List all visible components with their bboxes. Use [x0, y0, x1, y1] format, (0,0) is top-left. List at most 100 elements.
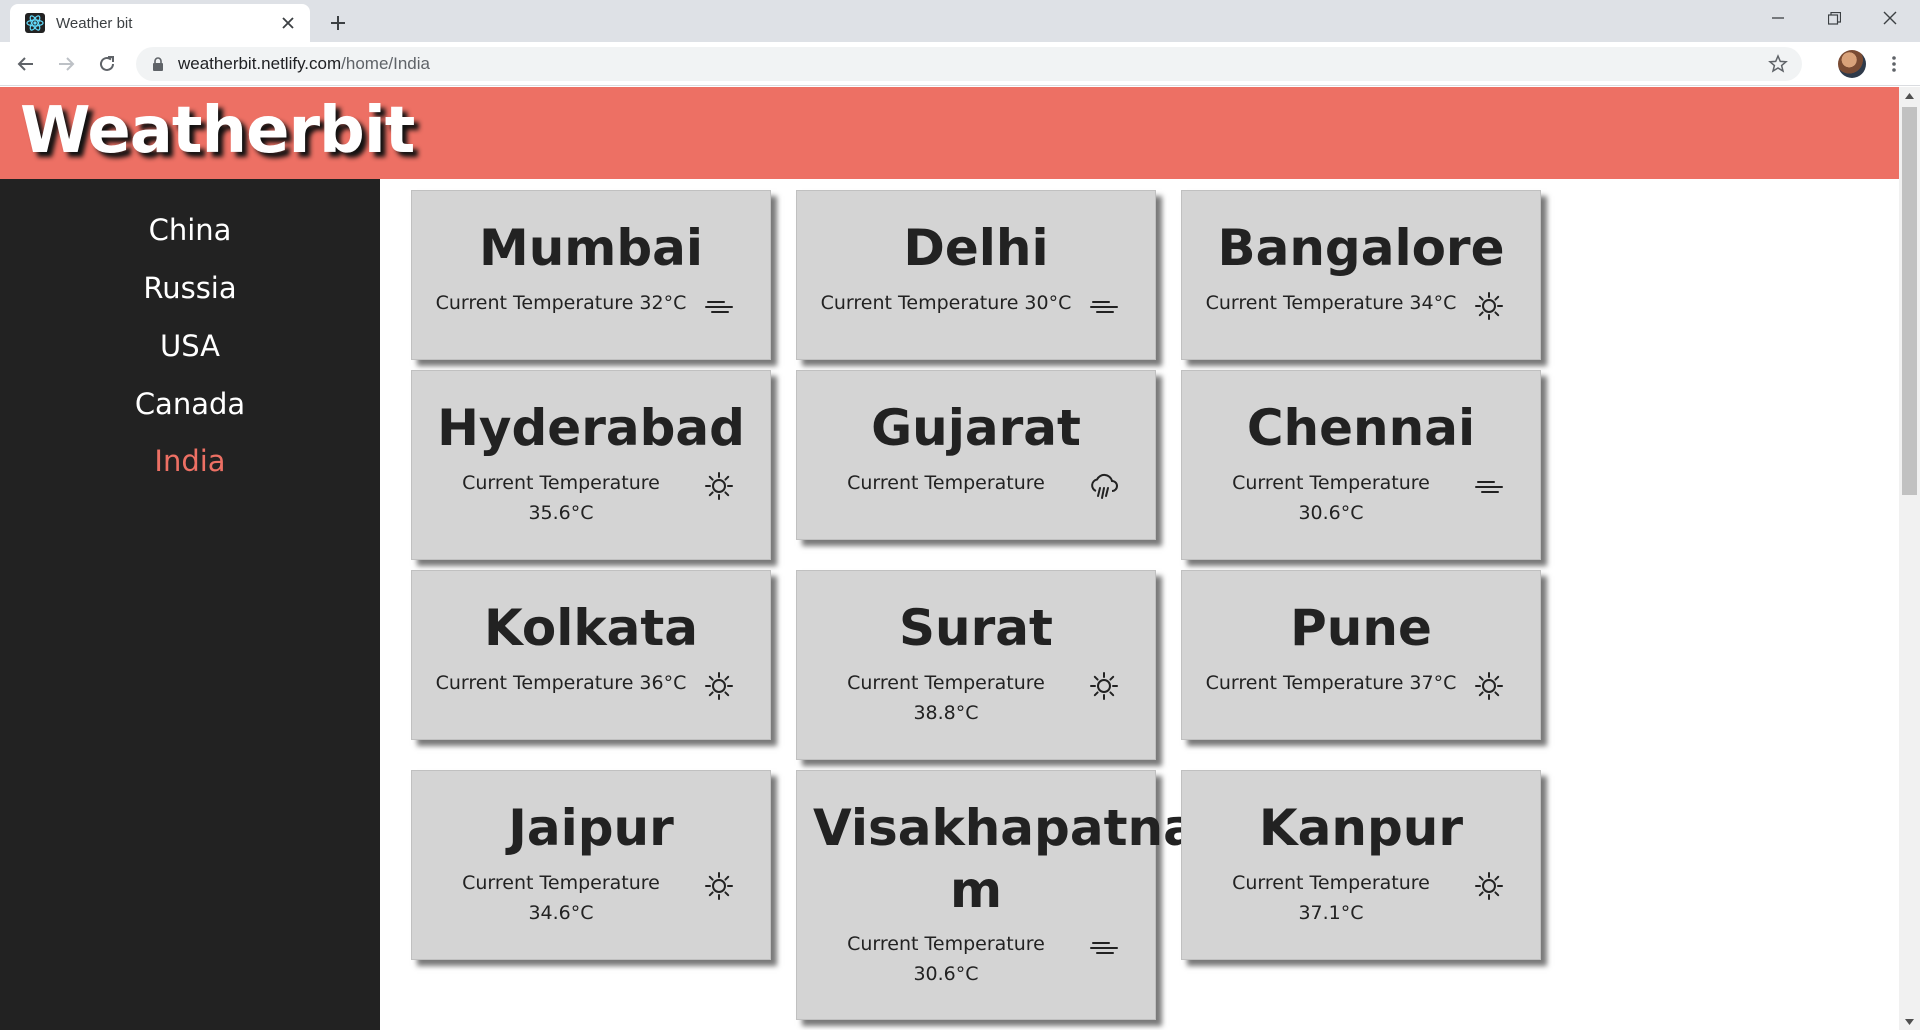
- temperature-label: Current Temperature: [847, 933, 1045, 955]
- city-name: Mumbai: [478, 219, 704, 277]
- restore-window-icon[interactable]: [1806, 0, 1862, 36]
- city-name: Jaipur: [508, 799, 674, 857]
- city-card[interactable]: Kanpur Current Temperature 37.1°C: [1181, 770, 1541, 960]
- temperature-label: Current Temperature: [1232, 872, 1430, 894]
- sun-icon: [703, 470, 735, 502]
- city-name: Delhi: [903, 219, 1049, 277]
- sun-icon: [1473, 290, 1505, 322]
- temperature-value: 30.6°C: [1298, 502, 1364, 524]
- sun-icon: [703, 870, 735, 902]
- more-menu-icon[interactable]: [1880, 50, 1908, 78]
- city-card[interactable]: Kolkata Current Temperature 36°C: [411, 570, 771, 740]
- temperature-label: Current Temperature 36°C: [435, 672, 687, 694]
- sidebar-item-india[interactable]: India: [0, 444, 380, 478]
- minimize-window-icon[interactable]: [1750, 0, 1806, 36]
- sidebar-item-china[interactable]: China: [0, 213, 380, 247]
- url-host: weatherbit.netlify.com: [178, 54, 342, 73]
- react-logo-icon: [24, 12, 46, 34]
- current-temperature: Current Temperature 30.6°C: [1202, 468, 1460, 528]
- temperature-label: Current Temperature 34°C: [1205, 292, 1457, 314]
- current-temperature: Current Temperature 30.6°C: [817, 929, 1075, 989]
- temperature-label: Current Temperature: [1232, 472, 1430, 494]
- city-name: Kolkata: [484, 599, 698, 657]
- tab-title: Weather bit: [56, 14, 133, 32]
- temperature-value: 38.8°C: [913, 702, 979, 724]
- scrollbar-thumb[interactable]: [1902, 107, 1917, 495]
- address-bar[interactable]: weatherbit.netlify.com/home/India: [136, 47, 1802, 81]
- city-card[interactable]: Delhi Current Temperature 30°C: [796, 190, 1156, 360]
- sun-icon: [1088, 670, 1120, 702]
- rain-cloud-icon: [1088, 470, 1120, 502]
- country-sidebar: China Russia USA Canada India: [0, 179, 380, 1030]
- city-name: Visakhapatna m: [813, 799, 1197, 919]
- scroll-down-arrow-icon[interactable]: [1899, 1013, 1920, 1030]
- haze-icon: [1088, 290, 1120, 322]
- current-temperature: Current Temperature 36°C: [432, 668, 690, 698]
- current-temperature: Current Temperature 37.1°C: [1202, 868, 1460, 928]
- city-name: Hyderabad: [437, 399, 745, 457]
- bookmark-star-icon[interactable]: [1768, 54, 1788, 74]
- browser-tab-strip: Weather bit: [0, 0, 1920, 42]
- temperature-label: Current Temperature: [462, 872, 660, 894]
- temperature-value: 35.6°C: [528, 502, 594, 524]
- current-temperature: Current Temperature 35.6°C: [432, 468, 690, 528]
- temperature-label: Current Temperature: [847, 672, 1045, 694]
- current-temperature: Current Temperature 32°C: [432, 288, 690, 318]
- city-card[interactable]: Gujarat Current Temperature: [796, 370, 1156, 540]
- vertical-scrollbar[interactable]: [1899, 87, 1920, 1030]
- scroll-up-arrow-icon[interactable]: [1899, 87, 1920, 104]
- new-tab-button[interactable]: [324, 9, 352, 37]
- city-card[interactable]: Chennai Current Temperature 30.6°C: [1181, 370, 1541, 560]
- haze-icon: [703, 290, 735, 322]
- web-page: Weatherbit China Russia USA Canada India…: [0, 87, 1899, 1030]
- sun-icon: [1473, 670, 1505, 702]
- site-header: Weatherbit: [0, 87, 1899, 179]
- city-name: Gujarat: [871, 399, 1081, 457]
- sidebar-item-usa[interactable]: USA: [0, 329, 380, 363]
- current-temperature: Current Temperature 34.6°C: [432, 868, 690, 928]
- current-temperature: Current Temperature 38.8°C: [817, 668, 1075, 728]
- reload-icon[interactable]: [93, 50, 121, 78]
- profile-avatar[interactable]: [1838, 50, 1866, 78]
- current-temperature: Current Temperature: [817, 468, 1075, 498]
- city-card[interactable]: Pune Current Temperature 37°C: [1181, 570, 1541, 740]
- temperature-label: Current Temperature: [462, 472, 660, 494]
- current-temperature: Current Temperature 37°C: [1202, 668, 1460, 698]
- city-card[interactable]: Jaipur Current Temperature 34.6°C: [411, 770, 771, 960]
- current-temperature: Current Temperature 34°C: [1202, 288, 1460, 318]
- url-path: /home/India: [341, 54, 430, 73]
- city-card[interactable]: Mumbai Current Temperature 32°C: [411, 190, 771, 360]
- url-text: weatherbit.netlify.com/home/India: [178, 54, 430, 74]
- browser-tab[interactable]: Weather bit: [10, 4, 310, 42]
- city-name: Chennai: [1246, 399, 1476, 457]
- temperature-value: 34.6°C: [528, 902, 594, 924]
- brand-title[interactable]: Weatherbit: [20, 94, 415, 169]
- temperature-value: 30.6°C: [913, 963, 979, 985]
- city-name: Surat: [899, 599, 1053, 657]
- haze-icon: [1088, 931, 1120, 963]
- temperature-value: 37.1°C: [1298, 902, 1364, 924]
- city-card[interactable]: Surat Current Temperature 38.8°C: [796, 570, 1156, 760]
- sidebar-item-canada[interactable]: Canada: [0, 387, 380, 421]
- back-arrow-icon[interactable]: [12, 50, 40, 78]
- current-temperature: Current Temperature 30°C: [817, 288, 1075, 318]
- temperature-label: Current Temperature: [847, 472, 1045, 494]
- city-card[interactable]: Hyderabad Current Temperature 35.6°C: [411, 370, 771, 560]
- sun-icon: [703, 670, 735, 702]
- city-card[interactable]: Bangalore Current Temperature 34°C: [1181, 190, 1541, 360]
- city-name: Kanpur: [1258, 799, 1464, 857]
- sun-icon: [1473, 870, 1505, 902]
- temperature-label: Current Temperature 32°C: [435, 292, 687, 314]
- tab-close-icon[interactable]: [278, 13, 298, 33]
- temperature-label: Current Temperature 30°C: [820, 292, 1072, 314]
- lock-icon[interactable]: [150, 56, 166, 72]
- city-name: Pune: [1290, 599, 1432, 657]
- close-window-icon[interactable]: [1862, 0, 1918, 36]
- forward-arrow-icon[interactable]: [52, 50, 80, 78]
- temperature-label: Current Temperature 37°C: [1205, 672, 1457, 694]
- city-card[interactable]: Visakhapatna m Current Temperature 30.6°C: [796, 770, 1197, 1020]
- sidebar-item-russia[interactable]: Russia: [0, 271, 380, 305]
- haze-icon: [1473, 470, 1505, 502]
- city-name: Bangalore: [1217, 219, 1505, 277]
- browser-toolbar: weatherbit.netlify.com/home/India: [0, 42, 1920, 86]
